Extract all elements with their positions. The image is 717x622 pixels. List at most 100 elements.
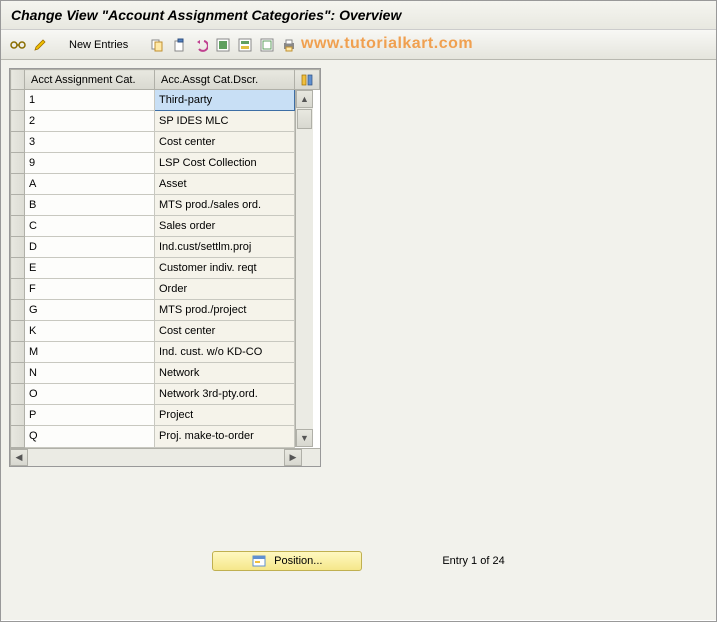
cell-desc[interactable]: Cost center [155,321,295,342]
config-columns-icon[interactable] [295,70,320,90]
row-selector[interactable] [11,216,25,237]
cell-cat[interactable]: O [25,384,155,405]
cell-cat[interactable]: 9 [25,153,155,174]
cell-cat[interactable]: 3 [25,132,155,153]
cell-desc[interactable]: MTS prod./sales ord. [155,195,295,216]
scroll-down-button[interactable]: ▼ [296,429,313,447]
cell-desc[interactable]: Order [155,279,295,300]
row-selector[interactable] [11,321,25,342]
scroll-left-button[interactable]: ◀ [10,449,28,466]
cell-cat[interactable]: E [25,258,155,279]
cell-desc[interactable]: MTS prod./project [155,300,295,321]
table-row[interactable]: QProj. make-to-order [11,426,320,447]
cell-cat[interactable]: 2 [25,111,155,132]
row-selector[interactable] [11,174,25,195]
row-selector[interactable] [11,363,25,384]
cell-desc[interactable]: Ind.cust/settlm.proj [155,237,295,258]
copy-icon[interactable] [148,36,166,54]
table-row[interactable]: 2SP IDES MLC [11,111,320,132]
table-corner[interactable] [11,70,25,90]
content-area: Acct Assignment Cat. Acc.Assgt Cat.Dscr.… [1,60,716,620]
cell-desc[interactable]: Sales order [155,216,295,237]
select-block-icon[interactable] [236,36,254,54]
table-row[interactable]: CSales order [11,216,320,237]
row-selector[interactable] [11,342,25,363]
row-selector[interactable] [11,426,25,447]
table-row[interactable]: NNetwork [11,363,320,384]
row-selector[interactable] [11,132,25,153]
cell-desc[interactable]: LSP Cost Collection [155,153,295,174]
table-row[interactable]: 3Cost center [11,132,320,153]
cell-cat[interactable]: A [25,174,155,195]
cell-desc[interactable]: Ind. cust. w/o KD-CO [155,342,295,363]
table-row[interactable]: GMTS prod./project [11,300,320,321]
cell-desc[interactable]: SP IDES MLC [155,111,295,132]
position-label: Position... [274,555,322,567]
watermark: www.tutorialkart.com [301,35,473,53]
row-selector[interactable] [11,195,25,216]
cell-desc[interactable]: Asset [155,174,295,195]
table-row[interactable]: ECustomer indiv. reqt [11,258,320,279]
position-icon [252,555,266,567]
cell-cat[interactable]: B [25,195,155,216]
select-all-icon[interactable] [214,36,232,54]
table-row[interactable]: AAsset [11,174,320,195]
cell-cat[interactable]: 1 [25,90,155,111]
cell-cat[interactable]: N [25,363,155,384]
table-row[interactable]: FOrder [11,279,320,300]
undo-icon[interactable] [192,36,210,54]
row-selector[interactable] [11,111,25,132]
table-row[interactable]: 9LSP Cost Collection [11,153,320,174]
cell-cat[interactable]: P [25,405,155,426]
hscroll-track[interactable] [28,449,284,466]
pencil-icon[interactable] [31,36,49,54]
cell-cat[interactable]: C [25,216,155,237]
row-selector[interactable] [11,405,25,426]
new-entries-button[interactable]: New Entries [63,39,134,51]
cell-desc[interactable]: Cost center [155,132,295,153]
cell-desc[interactable]: Proj. make-to-order [155,426,295,447]
cell-desc[interactable]: Project [155,405,295,426]
row-selector[interactable] [11,384,25,405]
entry-info: Entry 1 of 24 [442,555,504,567]
cell-desc[interactable]: Third-party [155,90,295,111]
vscrollbar: ▲ ▼ [295,90,313,447]
table-row[interactable]: ONetwork 3rd-pty.ord. [11,384,320,405]
footer: Position... Entry 1 of 24 [1,551,716,571]
table-row[interactable]: KCost center [11,321,320,342]
cell-cat[interactable]: F [25,279,155,300]
cell-desc[interactable]: Customer indiv. reqt [155,258,295,279]
row-selector[interactable] [11,90,25,111]
table-row[interactable]: BMTS prod./sales ord. [11,195,320,216]
deselect-all-icon[interactable] [258,36,276,54]
hscrollbar: ◀ ▶ [10,448,320,466]
page-title: Change View "Account Assignment Categori… [1,1,716,30]
print-icon[interactable] [280,36,298,54]
table-row[interactable]: MInd. cust. w/o KD-CO [11,342,320,363]
row-selector[interactable] [11,279,25,300]
cell-cat[interactable]: D [25,237,155,258]
cell-cat[interactable]: M [25,342,155,363]
col-header-desc[interactable]: Acc.Assgt Cat.Dscr. [155,70,295,90]
position-button[interactable]: Position... [212,551,362,571]
glasses-icon[interactable] [9,36,27,54]
table-row[interactable]: PProject [11,405,320,426]
row-selector[interactable] [11,153,25,174]
table-row[interactable]: 1Third-party ▲ ▼ [11,90,320,111]
toolbar: New Entries www.tutorialkart.com [1,30,716,60]
scroll-right-button[interactable]: ▶ [284,449,302,466]
scroll-up-button[interactable]: ▲ [296,90,313,108]
cell-cat[interactable]: K [25,321,155,342]
cell-cat[interactable]: Q [25,426,155,447]
row-selector[interactable] [11,258,25,279]
cell-desc[interactable]: Network 3rd-pty.ord. [155,384,295,405]
row-selector[interactable] [11,237,25,258]
vscroll-track[interactable] [296,130,313,429]
col-header-cat[interactable]: Acct Assignment Cat. [25,70,155,90]
table-row[interactable]: DInd.cust/settlm.proj [11,237,320,258]
cell-cat[interactable]: G [25,300,155,321]
row-selector[interactable] [11,300,25,321]
delete-icon[interactable] [170,36,188,54]
scroll-thumb[interactable] [297,109,312,129]
cell-desc[interactable]: Network [155,363,295,384]
